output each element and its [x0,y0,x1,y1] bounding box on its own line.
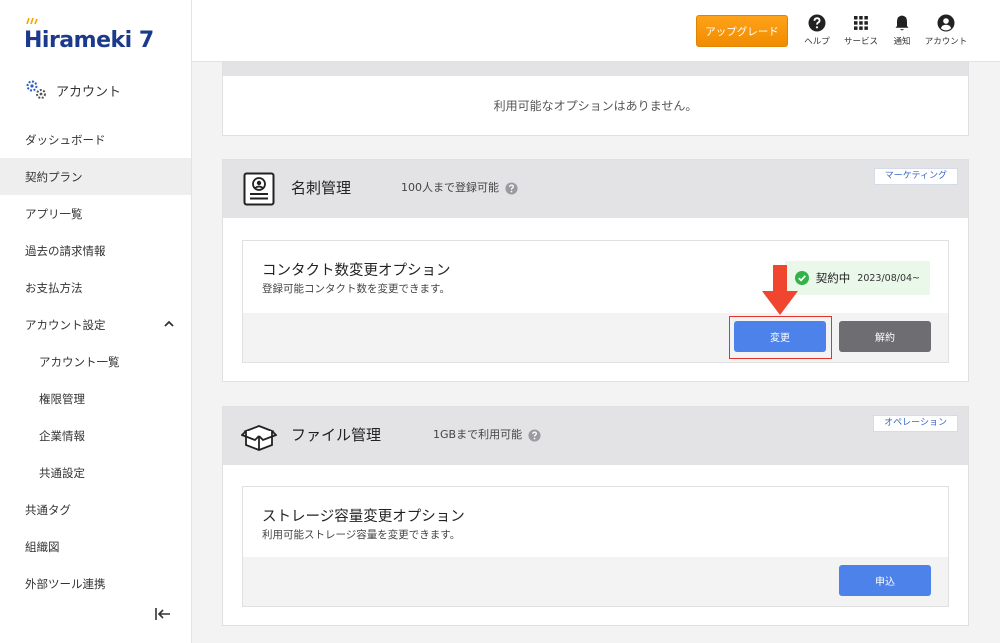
help-icon [808,14,826,32]
annotation-highlight-box [729,316,832,359]
annotation-arrow-icon [762,265,798,315]
sidebar-item-label: 外部ツール連携 [25,576,106,591]
sidebar-item-label: アプリ一覧 [25,206,83,221]
help-button[interactable]: ヘルプ [793,14,841,47]
business-card-icon [243,172,275,206]
grid-icon [854,16,868,30]
option-description: 利用可能ストレージ容量を変更できます。 [262,529,461,541]
sidebar-item-label: 企業情報 [39,428,85,443]
app-logo[interactable]: Hirameki 7 [24,18,154,56]
sidebar-item-org-chart[interactable]: 組織図 [0,528,191,565]
services-label: サービス [843,37,878,47]
chevron-up-icon[interactable] [163,318,175,330]
sidebar-item-label: お支払方法 [25,280,83,295]
option-card-storage: ストレージ容量変更オプション 利用可能ストレージ容量を変更できます。 申込 [242,486,949,607]
sidebar-item-account-list[interactable]: アカウント一覧 [0,343,191,380]
user-icon [937,14,955,32]
sidebar-item-label: アカウント設定 [25,317,106,332]
sidebar-item-company-info[interactable]: 企業情報 [0,417,191,454]
account-button[interactable]: アカウント [922,14,970,47]
account-header-label: アカウント [56,84,122,100]
contract-status-badge: 契約中 2023/08/04~ [784,261,930,295]
sidebar-item-label: 共通タグ [25,502,71,517]
category-tag: オペレーション [873,415,958,432]
sidebar-item-permissions[interactable]: 権限管理 [0,380,191,417]
section-file-management: ファイル管理 1GBまで利用可能 オペレーション ストレージ容量変更オプション … [222,406,969,626]
account-header: アカウント [24,78,121,102]
option-title: ストレージ容量変更オプション [262,509,465,525]
upgrade-button[interactable]: アップグレード [696,15,788,47]
account-label: アカウント [924,37,968,47]
empty-message: 利用可能なオプションはありません。 [493,99,698,113]
collapse-sidebar-icon[interactable] [154,606,172,622]
sidebar-item-common-tags[interactable]: 共通タグ [0,491,191,528]
status-label: 契約中 [815,271,851,285]
sidebar-item-contract-plan[interactable]: 契約プラン [0,158,191,195]
section-header: ファイル管理 1GBまで利用可能 オペレーション [223,407,968,465]
sidebar-item-label: 共通設定 [39,465,85,480]
notifications-button[interactable]: 通知 [878,14,926,47]
sidebar-item-label: 過去の請求情報 [25,243,106,258]
status-date: 2023/08/04~ [857,272,920,284]
cancel-contract-button[interactable]: 解約 [839,321,931,352]
sidebar-item-account-settings[interactable]: アカウント設定 [0,306,191,343]
section-subtitle-text: 1GBまで利用可能 [433,428,523,441]
logo-spark-icon [26,18,38,24]
sidebar-nav: ダッシュボード 契約プラン アプリ一覧 過去の請求情報 お支払方法 アカウント設… [0,121,191,602]
section-title: ファイル管理 [291,426,382,444]
section-subtitle: 100人まで登録可能 [401,160,518,216]
notifications-label: 通知 [893,37,911,47]
top-bar: アップグレード ヘルプ サービス 通知 アカウント [192,0,1000,62]
card-header [223,62,968,76]
sidebar-item-payment-method[interactable]: お支払方法 [0,269,191,306]
sidebar-item-label: ダッシュボード [25,132,106,147]
sidebar-item-app-list[interactable]: アプリ一覧 [0,195,191,232]
help-label: ヘルプ [804,37,830,47]
help-circle-icon[interactable] [505,181,518,195]
sidebar-item-label: 組織図 [25,539,60,554]
options-empty-card: 利用可能なオプションはありません。 [222,62,969,136]
section-subtitle-text: 100人まで登録可能 [401,181,499,194]
sidebar-item-label: 契約プラン [25,169,83,184]
bell-icon [895,15,909,31]
gears-icon [26,80,46,99]
option-title: コンタクト数変更オプション [262,263,451,279]
category-tag: マーケティング [873,168,958,185]
section-business-card: 名刺管理 100人まで登録可能 マーケティング コンタクト数変更オプション 登録… [222,159,969,382]
option-footer: 変更 解約 [243,313,948,362]
sidebar-item-common-settings[interactable]: 共通設定 [0,454,191,491]
logo-text: Hirameki 7 [24,27,154,53]
option-footer: 申込 [243,557,948,606]
sidebar: Hirameki 7 アカウント ダッシュボード 契約プラン アプリ一覧 過去の… [0,0,192,643]
box-icon [241,425,277,451]
sidebar-item-integrations[interactable]: 外部ツール連携 [0,565,191,602]
main-content: 利用可能なオプションはありません。 名刺管理 100人まで登録可能 マーケティン… [192,62,1000,643]
option-description: 登録可能コンタクト数を変更できます。 [262,283,450,295]
section-title: 名刺管理 [291,179,352,197]
option-card-contacts: コンタクト数変更オプション 登録可能コンタクト数を変更できます。 契約中 202… [242,240,949,363]
sidebar-item-billing-history[interactable]: 過去の請求情報 [0,232,191,269]
sidebar-item-label: 権限管理 [39,391,85,406]
sidebar-item-label: アカウント一覧 [39,354,120,369]
section-subtitle: 1GBまで利用可能 [433,407,541,463]
sidebar-item-dashboard[interactable]: ダッシュボード [0,121,191,158]
help-circle-icon[interactable] [528,428,541,442]
section-header: 名刺管理 100人まで登録可能 マーケティング [223,160,968,218]
apply-button[interactable]: 申込 [839,565,931,596]
